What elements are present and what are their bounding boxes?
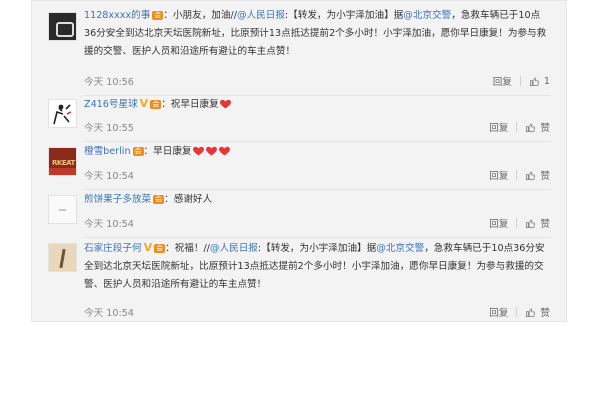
reply-button[interactable]: 回复 xyxy=(489,216,508,230)
mention-link[interactable]: @北京交警 xyxy=(376,243,424,254)
avatar[interactable] xyxy=(48,12,77,41)
user-name-link[interactable]: Z416号星球 xyxy=(84,99,138,110)
comment-text: 煎饼果子多放菜会：感谢好人 xyxy=(84,191,550,209)
comment-divider xyxy=(84,237,550,238)
comment-time: 今天 10:56 xyxy=(84,77,134,88)
comment-text-segment: ：感谢好人 xyxy=(164,194,213,205)
like-button[interactable]: 赞 xyxy=(525,120,550,134)
avatar[interactable] xyxy=(48,99,77,128)
comment-time: 今天 10:54 xyxy=(84,219,134,230)
thumbs-up-icon xyxy=(526,171,536,180)
heart-icon xyxy=(205,146,217,156)
member-badge-icon: 会 xyxy=(132,147,144,156)
reply-button[interactable]: 回复 xyxy=(489,120,508,134)
comment-text-segment: :【转发，为小宇泽加油】据 xyxy=(284,10,404,21)
comment-time: 今天 10:54 xyxy=(84,171,134,182)
comment-divider xyxy=(84,189,550,190)
user-name-link[interactable]: 煎饼果子多放菜 xyxy=(84,194,151,205)
comment-actions: 回复 赞 xyxy=(489,120,550,134)
comment-text-segment: ：祝福！// xyxy=(165,243,210,254)
like-button[interactable]: 赞 xyxy=(525,168,550,182)
like-label: 赞 xyxy=(540,123,550,134)
like-label: 1 xyxy=(543,75,550,87)
comment-text: 橙雪berlin 会：早日康复 xyxy=(84,143,550,161)
comment-actions: 回复 1 xyxy=(493,74,550,89)
user-name-link[interactable]: 橙雪berlin xyxy=(84,146,131,157)
action-divider xyxy=(519,76,521,86)
action-divider xyxy=(516,122,518,132)
comment-time: 今天 10:54 xyxy=(84,308,134,319)
avatar[interactable] xyxy=(48,243,77,272)
heart-icon xyxy=(192,146,204,156)
like-label: 赞 xyxy=(540,219,550,230)
reply-button[interactable]: 回复 xyxy=(489,305,508,319)
comment-actions: 回复 赞 xyxy=(489,168,550,182)
comment-panel: 1128xxxx的事会：小朋友，加油//@人民日报:【转发，为小宇泽加油】据@北… xyxy=(31,0,567,322)
vip-v-icon: V xyxy=(139,97,149,110)
comment-time: 今天 10:55 xyxy=(84,123,134,134)
comment-text-segment: ：祝早日康复 xyxy=(161,99,219,110)
action-divider xyxy=(516,218,518,228)
like-label: 赞 xyxy=(540,171,550,182)
user-name-link[interactable]: 石家庄段子何 xyxy=(84,243,142,254)
mention-link[interactable]: @北京交警 xyxy=(403,10,451,21)
comment-meta: 今天 10:55 回复 赞 xyxy=(84,120,550,134)
hearts-emoji xyxy=(192,146,231,157)
comment-text: 1128xxxx的事会：小朋友，加油//@人民日报:【转发，为小宇泽加油】据@北… xyxy=(84,7,550,61)
heart-icon xyxy=(219,99,231,109)
comment-meta: 今天 10:54 回复 赞 xyxy=(84,305,550,319)
comment-divider xyxy=(84,141,550,142)
comment-text-segment: :【转发，为小宇泽加油】据 xyxy=(257,243,377,254)
member-badge-icon: 会 xyxy=(152,11,164,20)
like-label: 赞 xyxy=(540,308,550,319)
comment-meta: 今天 10:54 回复 赞 xyxy=(84,168,550,182)
vip-v-icon: V xyxy=(143,241,153,254)
comment-text: Z416号星球 V 会：祝早日康复 xyxy=(84,95,550,114)
like-button[interactable]: 1 xyxy=(529,76,550,87)
comment-meta: 今天 10:56 回复 1 xyxy=(84,74,550,89)
like-button[interactable]: 赞 xyxy=(525,305,550,319)
comment-text: 石家庄段子何 V 会：祝福！//@人民日报:【转发，为小宇泽加油】据@北京交警，急救… xyxy=(84,239,550,294)
avatar[interactable] xyxy=(48,195,77,224)
reply-button[interactable]: 回复 xyxy=(493,74,512,88)
thumbs-up-icon xyxy=(526,308,536,317)
mention-link[interactable]: @人民日报 xyxy=(237,10,285,21)
reply-button[interactable]: 回复 xyxy=(489,168,508,182)
action-divider xyxy=(516,307,518,317)
comment-actions: 回复 赞 xyxy=(489,216,550,230)
member-badge-icon: 会 xyxy=(150,100,162,109)
action-divider xyxy=(516,170,518,180)
comment-text-segment: ：早日康复 xyxy=(143,146,192,157)
thumbs-up-icon xyxy=(529,77,539,86)
like-button[interactable]: 赞 xyxy=(525,216,550,230)
comment-text-segment: ：小朋友，加油// xyxy=(163,10,237,21)
member-badge-icon: 会 xyxy=(154,244,166,253)
thumbs-up-icon xyxy=(526,123,536,132)
thumbs-up-icon xyxy=(526,219,536,228)
member-badge-icon: 会 xyxy=(153,195,165,204)
heart-icon xyxy=(218,146,230,156)
avatar[interactable]: RKEAT xyxy=(48,147,77,176)
user-name-link[interactable]: 1128xxxx的事 xyxy=(84,10,150,21)
comment-actions: 回复 赞 xyxy=(489,305,550,319)
hearts-emoji xyxy=(219,99,232,110)
comment-meta: 今天 10:54 回复 赞 xyxy=(84,216,550,230)
mention-link[interactable]: @人民日报 xyxy=(210,243,258,254)
